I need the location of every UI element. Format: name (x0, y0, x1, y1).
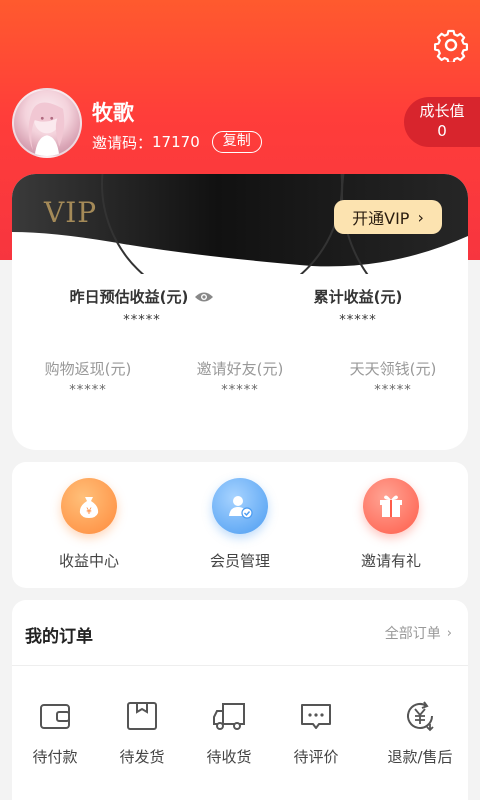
invite-code-label: 邀请码： (92, 133, 153, 152)
service-invite-gift[interactable]: 邀请有礼 (336, 478, 446, 571)
service-member-management[interactable]: 会员管理 (185, 478, 295, 571)
cashback-value: ***** (69, 383, 107, 398)
invite-friends-value: ***** (221, 383, 259, 398)
growth-label: 成长值 (419, 102, 465, 120)
my-orders-panel: 我的订单 全部订单 › 待付款 待发货 待收货 待评价 退款/售后 (12, 600, 468, 800)
yesterday-earnings-label: 昨日预估收益(元) (69, 288, 189, 306)
chevron-right-icon: › (417, 207, 424, 227)
growth-value: 0 (437, 122, 447, 140)
order-label: 待评价 (293, 748, 339, 766)
invite-code-value: 17170 (152, 133, 200, 151)
order-refund-aftersale[interactable]: 退款/售后 (370, 698, 470, 767)
order-label: 待发货 (119, 748, 165, 766)
member-icon (212, 478, 268, 534)
order-label: 退款/售后 (387, 748, 453, 766)
yesterday-earnings: 昨日预估收益(元) ***** (52, 286, 232, 328)
service-label: 邀请有礼 (360, 552, 421, 570)
refund-icon (407, 701, 434, 732)
truck-icon (213, 703, 245, 730)
service-label: 会员管理 (209, 552, 270, 570)
invite-friends-label: 邀请好友(元) (196, 360, 284, 378)
money-bag-icon: ¥ (61, 478, 117, 534)
eye-icon[interactable] (194, 291, 214, 303)
chevron-right-icon: › (446, 625, 452, 641)
svg-text:¥: ¥ (86, 507, 92, 517)
daily-money-label: 天天领钱(元) (349, 360, 437, 378)
total-earnings-value: ***** (339, 313, 377, 328)
daily-money-stat[interactable]: 天天领钱(元) ***** (323, 358, 463, 398)
orders-header: 我的订单 全部订单 › (12, 600, 468, 666)
all-orders-label: 全部订单 (384, 626, 441, 642)
order-pending-payment[interactable]: 待付款 (10, 698, 100, 767)
wallet-icon (40, 704, 70, 729)
vip-logo: VIP (44, 196, 98, 229)
open-vip-label: 开通VIP (352, 209, 410, 228)
gift-icon (363, 478, 419, 534)
order-label: 待收货 (206, 748, 252, 766)
avatar[interactable] (12, 88, 82, 158)
cashback-label: 购物返现(元) (44, 360, 132, 378)
cashback-stat[interactable]: 购物返现(元) ***** (18, 358, 158, 398)
invite-friends-stat[interactable]: 邀请好友(元) ***** (170, 358, 310, 398)
growth-value-badge[interactable]: 成长值 0 (404, 97, 480, 147)
box-icon (127, 702, 157, 730)
comment-icon (301, 704, 331, 729)
service-earnings-center[interactable]: ¥ 收益中心 (34, 478, 144, 571)
open-vip-button[interactable]: 开通VIP › (334, 200, 442, 234)
services-panel: ¥ 收益中心 会员管理 邀请有礼 (12, 462, 468, 588)
total-earnings: 累计收益(元) ***** (278, 286, 438, 328)
invite-code-row: 邀请码： 17170 复制 (92, 131, 262, 153)
orders-title: 我的订单 (25, 627, 93, 647)
gear-icon[interactable] (434, 28, 468, 64)
order-label: 待付款 (32, 748, 78, 766)
daily-money-value: ***** (374, 383, 412, 398)
username: 牧歌 (92, 101, 134, 125)
order-pending-review[interactable]: 待评价 (271, 698, 361, 767)
vip-earnings-card: VIP 开通VIP › 昨日预估收益(元) ***** 累计收益(元) ****… (12, 174, 468, 450)
order-pending-receipt[interactable]: 待收货 (184, 698, 274, 767)
copy-button[interactable]: 复制 (211, 131, 262, 153)
yesterday-earnings-value: ***** (123, 313, 161, 328)
all-orders-link[interactable]: 全部订单 › (385, 623, 452, 643)
total-earnings-label: 累计收益(元) (313, 288, 403, 306)
order-pending-shipment[interactable]: 待发货 (97, 698, 187, 767)
service-label: 收益中心 (58, 552, 119, 570)
